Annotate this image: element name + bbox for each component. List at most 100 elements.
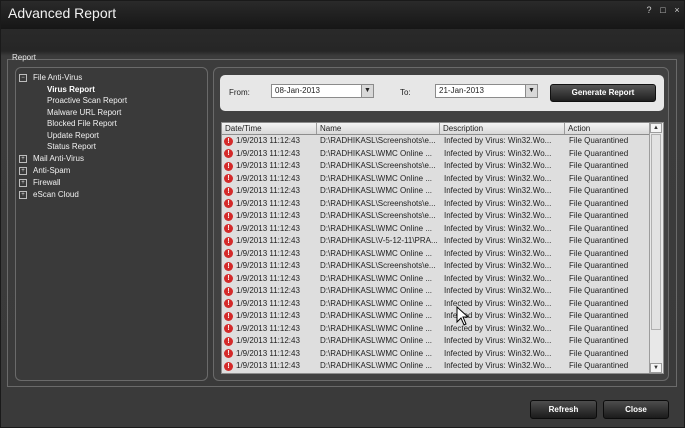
cell-description: Infected by Virus: Win32.Wo... [444, 286, 552, 295]
tree-item-malware-url-report[interactable]: Malware URL Report [47, 108, 121, 117]
chevron-down-icon[interactable]: ▼ [525, 85, 537, 97]
cell-datetime: 1/9/2013 11:12:43 [236, 298, 300, 308]
cell-description: Infected by Virus: Win32.Wo... [444, 348, 552, 358]
cell-action: File Quarantined [569, 211, 629, 220]
cell-datetime: 1/9/2013 11:12:43 [236, 136, 300, 145]
cell-name: D:\RADHIKASL\WMC Online ... [320, 173, 433, 183]
close-icon[interactable]: × [672, 5, 682, 15]
table-row[interactable]: ! 1/9/2013 11:12:43 D:\RADHIKASL\Screensho… [222, 198, 650, 211]
virus-report-table: Date/Time Name Description Action ! 1/9/2… [221, 122, 664, 374]
from-date-select[interactable]: 08-Jan-2013 ▼ [271, 84, 374, 98]
expand-icon[interactable]: + [19, 155, 27, 163]
error-icon: ! [224, 349, 233, 358]
scroll-down-icon[interactable]: ▼ [650, 363, 662, 373]
cell-name: D:\RADHIKASL\WMC Online ... [320, 323, 433, 333]
from-label: From: [229, 88, 250, 97]
tree-node-label: File Anti-Virus [33, 73, 83, 82]
from-date-value: 08-Jan-2013 [275, 86, 320, 95]
close-button[interactable]: Close [603, 400, 669, 419]
table-row[interactable]: ! 1/9/2013 11:12:43 D:\RADHIKASL\WMC Onlin… [222, 173, 650, 186]
error-icon: ! [224, 236, 233, 246]
expand-icon[interactable]: + [19, 167, 27, 175]
cell-description: Infected by Virus: Win32.Wo... [444, 273, 552, 283]
help-icon[interactable]: ? [644, 5, 654, 15]
table-row[interactable]: ! 1/9/2013 11:12:43 D:\RADHIKASL\WMC Onlin… [222, 223, 650, 236]
tree-item-virus-report[interactable]: Virus Report [47, 85, 95, 94]
cell-name: D:\RADHIKASL\WMC Online ... [320, 286, 433, 295]
column-header-action[interactable]: Action [565, 123, 650, 134]
table-row[interactable]: ! 1/9/2013 11:12:43 D:\RADHIKASL\WMC Onlin… [222, 185, 650, 198]
table-row[interactable]: ! 1/9/2013 11:12:43 D:\RADHIKASL\WMC Onlin… [222, 360, 650, 373]
cell-datetime: 1/9/2013 11:12:43 [236, 198, 300, 208]
cell-action: File Quarantined [569, 261, 629, 270]
table-row[interactable]: ! 1/9/2013 11:12:43 D:\RADHIKASL\WMC Onlin… [222, 310, 650, 323]
tree-item-update-report[interactable]: Update Report [47, 131, 99, 140]
table-row[interactable]: ! 1/9/2013 11:12:43 D:\RADHIKASL\WMC Onlin… [222, 348, 650, 361]
cell-action: File Quarantined [569, 361, 629, 370]
to-label: To: [400, 88, 411, 97]
vertical-scrollbar[interactable]: ▲ ▼ [649, 123, 663, 373]
cell-action: File Quarantined [569, 248, 629, 258]
table-row[interactable]: ! 1/9/2013 11:12:43 D:\RADHIKASL\WMC Onlin… [222, 285, 650, 298]
error-icon: ! [224, 361, 233, 371]
tree-item-proactive-scan-report[interactable]: Proactive Scan Report [47, 96, 127, 105]
cell-name: D:\RADHIKASL\WMC Online ... [320, 248, 433, 258]
column-header-datetime[interactable]: Date/Time [222, 123, 317, 134]
error-icon: ! [224, 161, 233, 171]
error-icon: ! [224, 199, 233, 208]
cell-name: D:\RADHIKASL\Screenshots\e... [320, 136, 436, 145]
cell-action: File Quarantined [569, 298, 629, 308]
cell-description: Infected by Virus: Win32.Wo... [444, 261, 552, 270]
table-row[interactable]: ! 1/9/2013 11:12:43 D:\RADHIKASL\Screensho… [222, 260, 650, 273]
cell-datetime: 1/9/2013 11:12:43 [236, 148, 300, 158]
error-icon: ! [224, 149, 233, 158]
cell-description: Infected by Virus: Win32.Wo... [444, 148, 552, 158]
tree-item-blocked-file-report[interactable]: Blocked File Report [47, 119, 117, 128]
error-icon: ! [224, 274, 233, 283]
maximize-icon[interactable]: □ [658, 5, 668, 15]
expand-icon[interactable]: + [19, 179, 27, 187]
cell-action: File Quarantined [569, 236, 629, 245]
column-header-description[interactable]: Description [440, 123, 565, 134]
collapse-icon[interactable]: − [19, 74, 27, 82]
cell-name: D:\RADHIKASL\WMC Online ... [320, 298, 433, 308]
cell-datetime: 1/9/2013 11:12:43 [236, 311, 300, 320]
table-row[interactable]: ! 1/9/2013 11:12:43 D:\RADHIKASL\Screensho… [222, 160, 650, 173]
cell-description: Infected by Virus: Win32.Wo... [444, 248, 552, 258]
table-row[interactable]: ! 1/9/2013 11:12:43 D:\RADHIKASL\WMC Onlin… [222, 248, 650, 261]
cell-description: Infected by Virus: Win32.Wo... [444, 186, 552, 195]
table-row[interactable]: ! 1/9/2013 11:12:43 D:\RADHIKASL\WMC Onlin… [222, 273, 650, 286]
table-row[interactable]: ! 1/9/2013 11:12:43 D:\RADHIKASL\Screensho… [222, 135, 650, 148]
expand-icon[interactable]: + [19, 191, 27, 199]
table-row[interactable]: ! 1/9/2013 11:12:43 D:\RADHIKASL\WMC Onlin… [222, 335, 650, 348]
cell-action: File Quarantined [569, 173, 629, 183]
cell-description: Infected by Virus: Win32.Wo... [444, 361, 552, 370]
tree-item-status-report[interactable]: Status Report [47, 142, 96, 151]
cell-description: Infected by Virus: Win32.Wo... [444, 236, 552, 245]
table-row[interactable]: ! 1/9/2013 11:12:43 D:\RADHIKASL\WMC Onlin… [222, 323, 650, 336]
cell-datetime: 1/9/2013 11:12:43 [236, 361, 300, 370]
column-header-name[interactable]: Name [317, 123, 440, 134]
refresh-button[interactable]: Refresh [530, 400, 597, 419]
table-row[interactable]: ! 1/9/2013 11:12:43 D:\RADHIKASL\Screensho… [222, 210, 650, 223]
cell-action: File Quarantined [569, 148, 629, 158]
cell-datetime: 1/9/2013 11:12:43 [236, 261, 300, 270]
table-row[interactable]: ! 1/9/2013 11:12:43 D:\RADHIKASL\WMC Onlin… [222, 148, 650, 161]
scroll-up-icon[interactable]: ▲ [650, 123, 662, 133]
cell-name: D:\RADHIKASL\WMC Online ... [320, 336, 433, 345]
cell-action: File Quarantined [569, 186, 629, 195]
error-icon: ! [224, 211, 233, 221]
cell-name: D:\RADHIKASL\WMC Online ... [320, 348, 433, 358]
tree-node-label: Anti-Spam [33, 166, 71, 175]
table-row[interactable]: ! 1/9/2013 11:12:43 D:\RADHIKASL\WMC Onlin… [222, 298, 650, 311]
to-date-select[interactable]: 21-Jan-2013 ▼ [435, 84, 538, 98]
table-row[interactable]: ! 1/9/2013 11:12:43 D:\RADHIKASL\V-5-12-11… [222, 235, 650, 248]
chevron-down-icon[interactable]: ▼ [361, 85, 373, 97]
error-icon: ! [224, 286, 233, 296]
scrollbar-thumb[interactable] [651, 134, 661, 330]
cell-datetime: 1/9/2013 11:12:43 [236, 323, 300, 333]
generate-report-button[interactable]: Generate Report [550, 84, 656, 102]
tree-node-label: Firewall [33, 178, 61, 187]
cell-name: D:\RADHIKASL\V-5-12-11\PRA... [320, 236, 438, 245]
cell-name: D:\RADHIKASL\Screenshots\e... [320, 161, 436, 170]
